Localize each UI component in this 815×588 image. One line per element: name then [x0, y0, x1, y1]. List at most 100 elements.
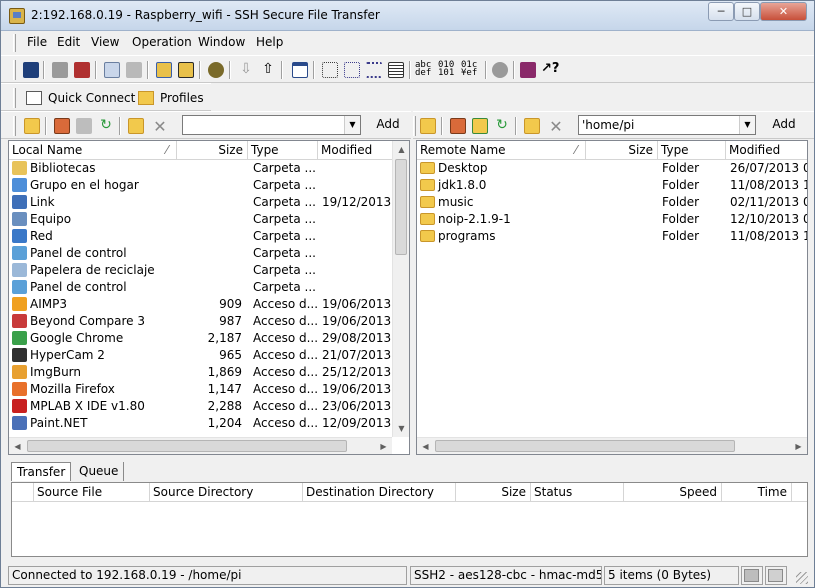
table-row[interactable]: MPLAB X IDE v1.80 2,288 Acceso d... 23/06/2… — [9, 398, 409, 415]
menu-file[interactable]: File — [27, 35, 47, 49]
transfer-col-destination-directory[interactable]: Destination Directory — [303, 483, 456, 502]
scroll-left-icon[interactable]: ◀ — [417, 438, 434, 454]
local-vscroll-thumb[interactable] — [395, 159, 407, 255]
auto-mode-button[interactable]: 01c ¥ef — [461, 61, 483, 79]
table-row[interactable]: Red Carpeta ... — [9, 228, 409, 245]
disconnect-button[interactable] — [73, 61, 91, 79]
menu-window[interactable]: Window — [198, 35, 245, 49]
print-button[interactable] — [51, 61, 69, 79]
view-large-icons-button[interactable] — [321, 61, 339, 79]
pane-splitter[interactable] — [8, 457, 808, 461]
binary-mode-button[interactable]: 010 101 — [438, 61, 460, 79]
menu-view[interactable]: View — [91, 35, 119, 49]
remote-up-folder-button[interactable] — [419, 117, 437, 135]
view-list-button[interactable] — [365, 61, 383, 79]
toolbar-grip[interactable] — [13, 88, 16, 108]
menubar-grip[interactable] — [13, 34, 16, 52]
tab-queue[interactable]: Queue — [74, 462, 125, 481]
chevron-down-icon[interactable]: ▼ — [739, 116, 755, 134]
toolbar-grip[interactable] — [13, 60, 16, 80]
remote-add-button[interactable]: Add — [765, 115, 803, 135]
table-row[interactable]: Grupo en el hogar Carpeta ... — [9, 177, 409, 194]
local-new-folder-button[interactable] — [127, 117, 145, 135]
table-row[interactable]: AIMP3 909 Acceso d... 19/06/2013 0 — [9, 296, 409, 313]
title-bar[interactable]: 2:192.168.0.19 - Raspberry_wifi - SSH Se… — [1, 1, 814, 31]
table-row[interactable]: noip-2.1.9-1 Folder 12/10/2013 05 — [417, 211, 807, 228]
view-details-button[interactable] — [387, 61, 405, 79]
table-row[interactable]: Google Chrome 2,187 Acceso d... 29/08/2013 … — [9, 330, 409, 347]
remote-delete-button[interactable]: ✕ — [547, 117, 565, 136]
profiles-button[interactable]: Profiles — [131, 87, 211, 109]
copy-button[interactable] — [103, 61, 121, 79]
scroll-right-icon[interactable]: ▶ — [375, 438, 392, 454]
menu-edit[interactable]: Edit — [57, 35, 80, 49]
toolbar-grip[interactable] — [13, 116, 16, 136]
transfer-col-source-directory[interactable]: Source Directory — [150, 483, 303, 502]
download-button[interactable] — [177, 61, 195, 79]
save-button[interactable] — [22, 61, 40, 79]
scroll-left-icon[interactable]: ◀ — [9, 438, 26, 454]
quick-connect-button[interactable]: Quick Connect — [19, 87, 142, 109]
remote-hscroll-thumb[interactable] — [435, 440, 735, 452]
remote-col-type[interactable]: Type — [658, 141, 726, 160]
table-row[interactable]: Mozilla Firefox 1,147 Acceso d... 19/06/201… — [9, 381, 409, 398]
local-path-combobox[interactable]: ▼ — [182, 115, 361, 135]
transfer-list[interactable]: Source File Source Directory Destination… — [11, 482, 808, 557]
table-row[interactable]: Beyond Compare 3 987 Acceso d... 19/06/2013… — [9, 313, 409, 330]
toolbar-grip[interactable] — [413, 116, 416, 136]
local-delete-button[interactable]: ✕ — [151, 117, 169, 136]
local-col-size[interactable]: Size — [177, 141, 248, 160]
local-folder-button[interactable] — [75, 117, 93, 135]
local-col-name[interactable]: Local Name ⁄ — [9, 141, 177, 160]
local-col-modified[interactable]: Modified — [318, 141, 394, 160]
table-row[interactable]: music Folder 02/11/2013 07 — [417, 194, 807, 211]
transfer-col-speed[interactable]: Speed — [624, 483, 722, 502]
minimize-button[interactable]: ─ — [708, 2, 734, 21]
help-book-button[interactable] — [519, 61, 537, 79]
local-home-button[interactable] — [53, 117, 71, 135]
table-row[interactable]: Link Carpeta ... 19/12/2013 0 — [9, 194, 409, 211]
remote-horizontal-scrollbar[interactable]: ◀ ▶ — [417, 437, 807, 454]
table-row[interactable]: HyperCam 2 965 Acceso d... 21/07/2013 1 — [9, 347, 409, 364]
local-up-folder-button[interactable] — [23, 117, 41, 135]
move-down-button[interactable]: ⇩ — [237, 61, 255, 79]
remote-col-size[interactable]: Size — [586, 141, 658, 160]
local-vertical-scrollbar[interactable]: ▲ ▼ — [392, 141, 409, 437]
remote-home-button[interactable] — [449, 117, 467, 135]
local-refresh-button[interactable]: ↻ — [97, 117, 115, 135]
settings-button[interactable] — [207, 61, 225, 79]
remote-path-combobox[interactable]: 'home/pi ▼ — [578, 115, 756, 135]
local-file-list[interactable]: Local Name ⁄ Size Type Modified Bibliotec… — [8, 140, 410, 455]
remote-refresh-button[interactable]: ↻ — [493, 117, 511, 135]
view-small-icons-button[interactable] — [343, 61, 361, 79]
table-row[interactable]: ImgBurn 1,869 Acceso d... 25/12/2013 0 — [9, 364, 409, 381]
transfer-col-time[interactable]: Time — [722, 483, 792, 502]
stop-button[interactable] — [491, 61, 509, 79]
table-row[interactable]: Equipo Carpeta ... — [9, 211, 409, 228]
menu-operation[interactable]: Operation — [132, 35, 192, 49]
local-col-type[interactable]: Type — [248, 141, 318, 160]
view-window-button[interactable] — [291, 61, 309, 79]
menu-help[interactable]: Help — [256, 35, 283, 49]
remote-col-name[interactable]: Remote Name ⁄ — [417, 141, 586, 160]
table-row[interactable]: Desktop Folder 26/07/2013 08 — [417, 160, 807, 177]
scroll-up-icon[interactable]: ▲ — [393, 141, 409, 158]
remote-col-modified[interactable]: Modified — [726, 141, 807, 160]
table-row[interactable]: Paint.NET 1,204 Acceso d... 12/09/2013 0 — [9, 415, 409, 432]
move-up-button[interactable]: ⇧ — [259, 61, 277, 79]
table-row[interactable]: Bibliotecas Carpeta ... — [9, 160, 409, 177]
transfer-col-size[interactable]: Size — [456, 483, 531, 502]
paste-button[interactable] — [125, 61, 143, 79]
ascii-mode-button[interactable]: abc def — [415, 61, 437, 79]
maximize-button[interactable]: □ — [734, 2, 760, 21]
table-row[interactable]: Papelera de reciclaje Carpeta ... — [9, 262, 409, 279]
remote-folder-button[interactable] — [471, 117, 489, 135]
whats-this-button[interactable]: ↗? — [541, 61, 559, 79]
transfer-col-status[interactable]: Status — [531, 483, 624, 502]
local-hscroll-thumb[interactable] — [27, 440, 347, 452]
tab-transfer[interactable]: Transfer — [11, 462, 72, 481]
local-horizontal-scrollbar[interactable]: ◀ ▶ — [9, 437, 392, 454]
chevron-down-icon[interactable]: ▼ — [344, 116, 360, 134]
table-row[interactable]: Panel de control Carpeta ... — [9, 279, 409, 296]
transfer-col-icon[interactable] — [12, 483, 34, 502]
